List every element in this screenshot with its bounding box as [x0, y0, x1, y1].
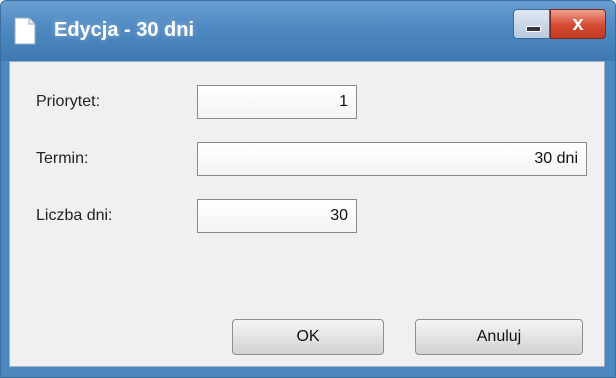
dialog-body: Priorytet: Termin: Liczba dni: OK Anuluj — [9, 61, 605, 367]
minimize-icon — [526, 26, 541, 32]
priority-label: Priorytet: — [36, 93, 101, 110]
close-icon: x — [572, 13, 584, 35]
term-label: Termin: — [36, 150, 89, 167]
cancel-button[interactable]: Anuluj — [415, 319, 583, 355]
dialog-window: Edycja - 30 dni x Priorytet: Termin: Lic… — [0, 0, 616, 378]
window-title: Edycja - 30 dni — [54, 19, 195, 41]
close-button[interactable]: x — [550, 9, 606, 39]
title-bar[interactable]: Edycja - 30 dni x — [1, 1, 615, 61]
ok-button[interactable]: OK — [232, 319, 384, 355]
days-label: Liczba dni: — [36, 207, 113, 224]
minimize-button[interactable] — [513, 9, 550, 39]
days-input[interactable] — [197, 199, 357, 233]
document-icon — [14, 17, 36, 45]
term-input[interactable] — [197, 142, 587, 176]
priority-input[interactable] — [197, 85, 357, 119]
